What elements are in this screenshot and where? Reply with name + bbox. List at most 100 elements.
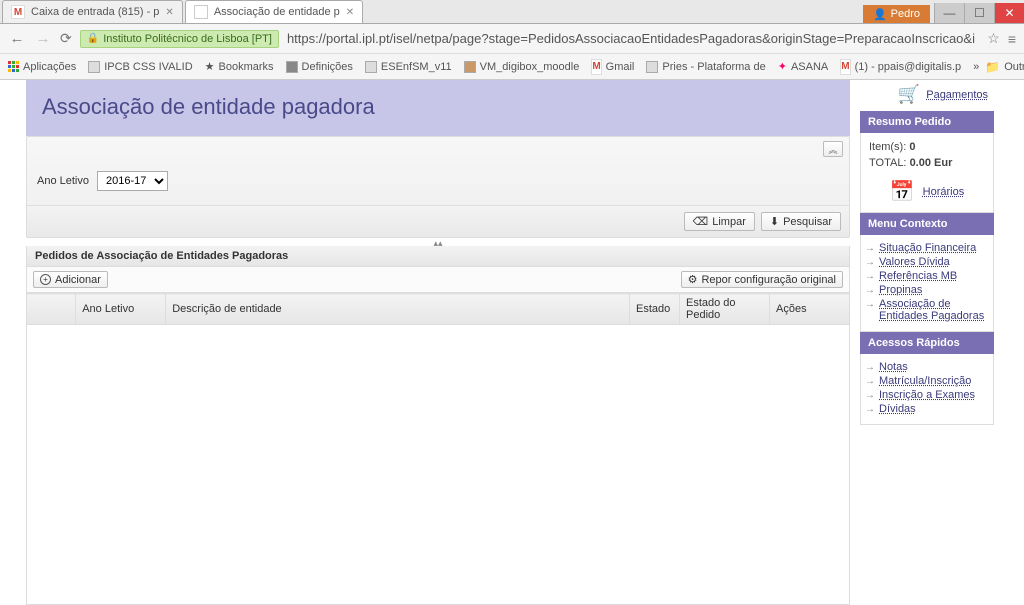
browser-tab-active[interactable]: Associação de entidade p ✕ — [185, 0, 363, 23]
window-minimize-button[interactable]: — — [934, 3, 964, 23]
bookmarks-overflow-icon[interactable]: » — [973, 61, 979, 73]
user-badge[interactable]: 👤 Pedro — [863, 5, 930, 23]
col-header[interactable]: Estado do Pedido — [680, 294, 770, 325]
items-count: 0 — [909, 141, 915, 153]
lock-icon: 🔒 — [87, 33, 99, 44]
menu-contexto-list: →Situação Financeira →Valores Dívida →Re… — [860, 235, 994, 332]
bookmark-label: IPCB CSS IVALID — [104, 61, 192, 73]
filter-panel: ︽ Ano Letivo 2016-17 ⌫ Limpar ⬇ Pesquisa… — [26, 136, 850, 238]
apps-label: Aplicações — [23, 61, 76, 73]
close-icon[interactable]: ✕ — [346, 7, 354, 18]
resumo-panel-header: Resumo Pedido — [860, 111, 994, 133]
user-icon: 👤 — [873, 8, 887, 21]
window-close-button[interactable]: ✕ — [994, 3, 1024, 23]
horarios-link[interactable]: Horários — [923, 186, 965, 198]
address-input[interactable] — [287, 31, 975, 46]
window-maximize-button[interactable]: ☐ — [964, 3, 994, 23]
split-handle[interactable]: ▴▴ — [26, 238, 850, 246]
list-item: →Inscrição a Exames — [865, 388, 987, 402]
quick-link[interactable]: Inscrição a Exames — [879, 389, 975, 401]
reload-button[interactable]: ⟳ — [60, 30, 72, 47]
context-link[interactable]: Propinas — [879, 284, 922, 296]
context-link[interactable]: Referências MB — [879, 270, 957, 282]
bookmark-item[interactable]: Pries - Plataforma de — [646, 61, 765, 73]
star-icon: ★ — [205, 60, 215, 73]
arrow-icon: → — [865, 361, 875, 373]
bookmark-star-icon[interactable]: ☆ — [987, 30, 1000, 47]
context-link[interactable]: Valores Dívida — [879, 256, 950, 268]
plus-icon: + — [40, 274, 51, 285]
total-label: TOTAL: — [869, 157, 907, 169]
acessos-rapidos-header: Acessos Rápidos — [860, 332, 994, 354]
ano-letivo-label: Ano Letivo — [37, 175, 89, 187]
context-link[interactable]: Associação de Entidades Pagadoras — [879, 298, 987, 322]
gmail-icon: M — [591, 59, 601, 75]
arrow-icon: → — [865, 270, 875, 282]
bookmark-item[interactable]: ✦ASANA — [778, 60, 829, 73]
col-header[interactable]: Descrição de entidade — [166, 294, 630, 325]
add-button[interactable]: + Adicionar — [33, 271, 108, 288]
close-icon[interactable]: ✕ — [165, 7, 173, 18]
clear-icon: ⌫ — [693, 215, 709, 228]
results-table: Ano Letivo Descrição de entidade Estado … — [26, 293, 850, 325]
drag-icon: ▴▴ — [433, 238, 442, 246]
reset-config-button[interactable]: ⚙ Repor configuração original — [681, 271, 843, 288]
table-empty-body — [26, 325, 850, 605]
bookmark-item[interactable]: VM_digibox_moodle — [464, 61, 580, 73]
bookmark-item[interactable]: ★Bookmarks — [205, 60, 274, 73]
bookmark-item[interactable]: M Gmail — [591, 59, 634, 75]
total-value: 0.00 Eur — [910, 157, 953, 169]
button-label: Limpar — [712, 216, 746, 228]
origin-label: Instituto Politécnico de Lisboa [PT] — [103, 33, 272, 45]
folder-icon: 📁 — [985, 60, 1000, 74]
col-header[interactable]: Estado — [630, 294, 680, 325]
bookmark-label: Outros marcadores — [1004, 61, 1024, 73]
address-bar-row: ← → ⟳ 🔒 Instituto Politécnico de Lisboa … — [0, 24, 1024, 54]
collapse-button[interactable]: ︽ — [823, 141, 843, 157]
tab-label: Caixa de entrada (815) - p — [31, 6, 159, 18]
list-item: → Referências MB — [865, 269, 987, 283]
bookmark-label: Definições — [302, 61, 353, 73]
bookmark-item[interactable]: ESEnfSM_v11 — [365, 61, 452, 73]
pagamentos-link[interactable]: Pagamentos — [926, 89, 988, 101]
bookmark-label: Gmail — [606, 61, 635, 73]
bookmarks-bar: Aplicações IPCB CSS IVALID ★Bookmarks De… — [0, 54, 1024, 80]
context-link[interactable]: Situação Financeira — [879, 242, 976, 254]
select-col[interactable] — [27, 294, 76, 325]
favicon-icon — [464, 61, 476, 73]
browser-tab-strip: M Caixa de entrada (815) - p ✕ Associaçã… — [0, 0, 1024, 24]
col-header[interactable]: Ano Letivo — [76, 294, 166, 325]
quick-link[interactable]: Dívidas — [879, 403, 916, 415]
ano-letivo-select[interactable]: 2016-17 — [97, 171, 168, 191]
calendar-icon: 📅 — [890, 179, 915, 204]
forward-button[interactable]: → — [34, 30, 52, 47]
bookmark-label: (1) - ppais@digitalis.p — [855, 61, 962, 73]
resumo-panel-body: Item(s): 0 TOTAL: 0.00 Eur 📅 Horários — [860, 133, 994, 213]
col-header[interactable]: Ações — [770, 294, 850, 325]
bookmark-item[interactable]: IPCB CSS IVALID — [88, 61, 192, 73]
list-item: →Valores Dívida — [865, 255, 987, 269]
browser-tab[interactable]: M Caixa de entrada (815) - p ✕ — [2, 0, 183, 23]
quick-link[interactable]: Notas — [879, 361, 908, 373]
bookmark-label: VM_digibox_moodle — [480, 61, 580, 73]
limpar-button[interactable]: ⌫ Limpar — [684, 212, 755, 231]
origin-chip[interactable]: 🔒 Instituto Politécnico de Lisboa [PT] — [80, 30, 279, 48]
pesquisar-button[interactable]: ⬇ Pesquisar — [761, 212, 841, 231]
other-bookmarks[interactable]: 📁 Outros marcadores — [985, 60, 1024, 74]
page-title: Associação de entidade pagadora — [26, 80, 850, 136]
arrow-icon: → — [865, 284, 875, 296]
bookmark-item[interactable]: M(1) - ppais@digitalis.p — [840, 59, 961, 75]
asana-icon: ✦ — [778, 60, 787, 73]
bookmark-item[interactable]: Definições — [286, 61, 353, 73]
chevron-up-icon: ︽ — [828, 143, 837, 156]
quick-link[interactable]: Matrícula/Inscrição — [879, 375, 971, 387]
arrow-icon: → — [865, 242, 875, 254]
chrome-menu-icon[interactable]: ≡ — [1008, 31, 1016, 47]
favicon-icon — [88, 61, 100, 73]
back-button[interactable]: ← — [8, 30, 26, 47]
gmail-icon: M — [11, 5, 25, 19]
arrow-icon: → — [865, 403, 875, 415]
list-item: → Propinas — [865, 283, 987, 297]
apps-button[interactable]: Aplicações — [8, 61, 76, 73]
list-item: → Notas — [865, 360, 987, 374]
